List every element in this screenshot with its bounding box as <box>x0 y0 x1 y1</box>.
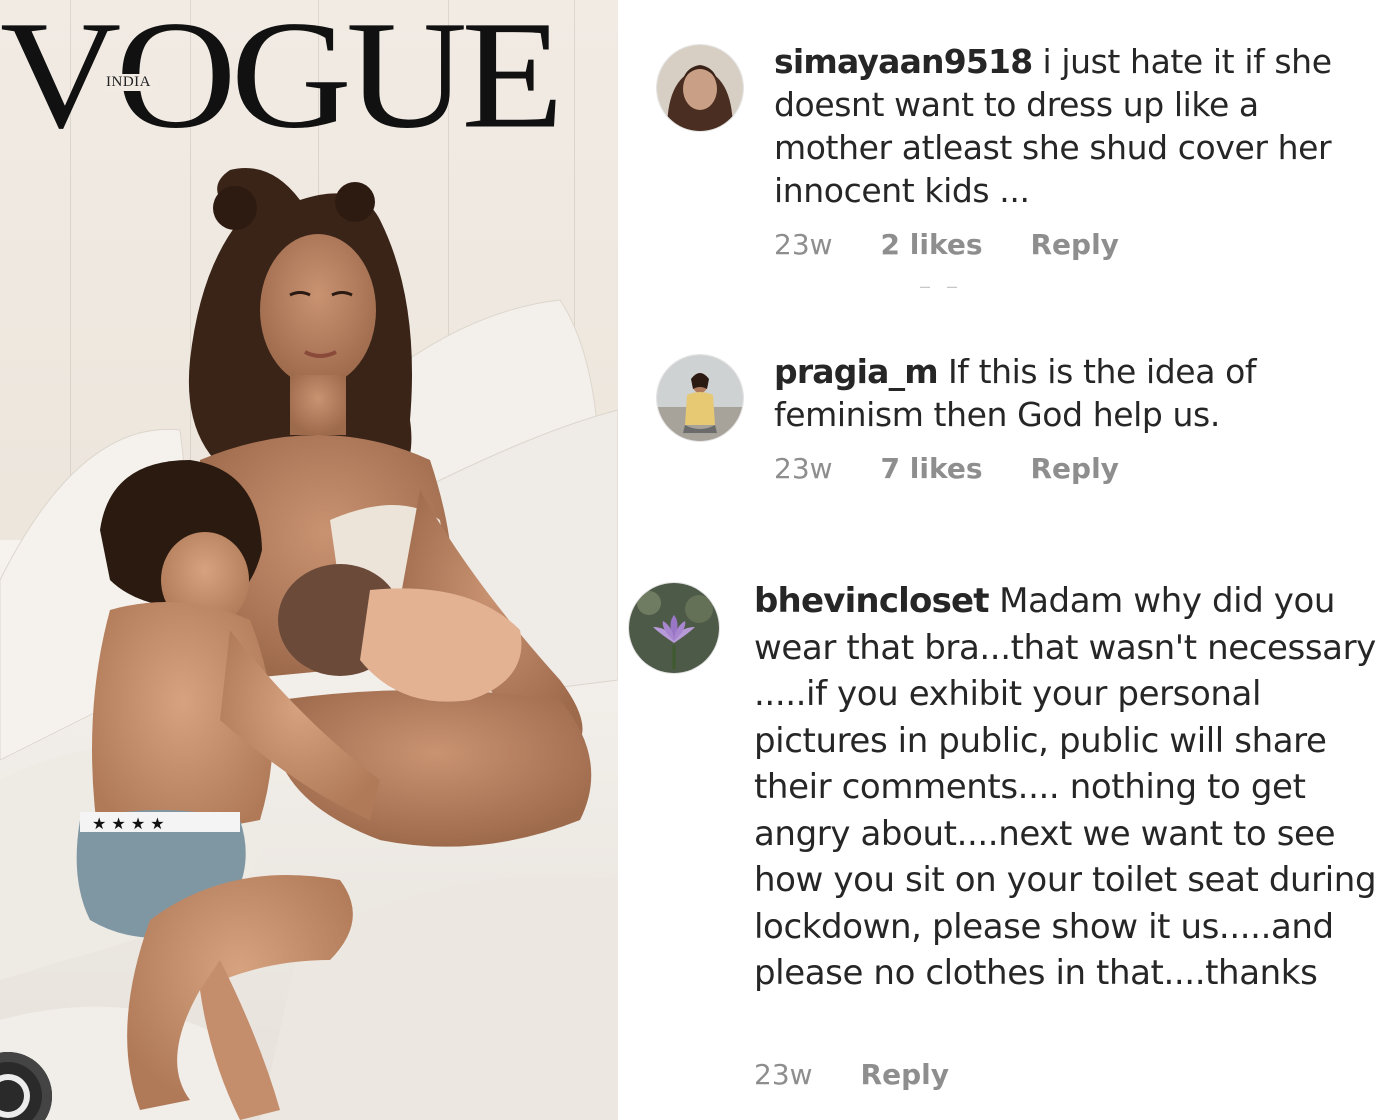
avatar[interactable] <box>656 354 744 442</box>
masthead-title: VOGUE <box>0 0 564 161</box>
comment-text: bhevincloset Madam why did you wear that… <box>754 578 1390 997</box>
comment-item: pragia_m If this is the idea of feminism… <box>618 330 1400 520</box>
cover-photo: ★ ★ ★ ★ <box>0 168 618 1120</box>
magazine-cover: ★ ★ ★ ★ VOGUE INDIA <box>0 0 618 1120</box>
avatar-photo <box>657 355 743 441</box>
comment-timestamp[interactable]: 23w <box>774 452 833 485</box>
comment-meta: 23w 2 likes Reply <box>774 228 1119 261</box>
screenshot-composite: ★ ★ ★ ★ VOGUE INDIA simayaan9518 i just … <box>0 0 1400 1120</box>
comment-timestamp[interactable]: 23w <box>774 228 833 261</box>
masthead-edition: INDIA <box>104 74 153 91</box>
comment-meta: 23w 7 likes Reply <box>774 452 1119 485</box>
reply-button[interactable]: Reply <box>1030 228 1118 261</box>
comment-username[interactable]: bhevincloset <box>754 581 990 621</box>
avatar-photo <box>629 583 719 673</box>
comment-likes[interactable]: 7 likes <box>881 452 983 485</box>
comment-timestamp[interactable]: 23w <box>754 1058 813 1091</box>
comment-text: simayaan9518 i just hate it if she doesn… <box>774 40 1374 212</box>
avatar-photo <box>657 45 743 131</box>
reply-button[interactable]: Reply <box>861 1058 949 1091</box>
avatar[interactable] <box>628 582 720 674</box>
svg-text:★ ★ ★ ★: ★ ★ ★ ★ <box>92 814 165 833</box>
magazine-masthead: VOGUE INDIA <box>0 0 564 152</box>
comment-item: simayaan9518 i just hate it if she doesn… <box>618 0 1400 296</box>
comment-username[interactable]: pragia_m <box>774 352 939 391</box>
comment-item: bhevincloset Madam why did you wear that… <box>618 560 1400 1120</box>
reply-button[interactable]: Reply <box>1030 452 1118 485</box>
avatar[interactable] <box>656 44 744 132</box>
comment-meta: 23w Reply <box>754 1058 949 1091</box>
more-icon: ‒ ‒ <box>920 276 964 296</box>
comment-username[interactable]: simayaan9518 <box>774 42 1033 81</box>
comments-panel: simayaan9518 i just hate it if she doesn… <box>618 0 1400 1120</box>
comment-likes[interactable]: 2 likes <box>881 228 983 261</box>
comment-body: Madam why did you wear that bra...that w… <box>754 581 1377 993</box>
comment-text: pragia_m If this is the idea of feminism… <box>774 350 1374 436</box>
